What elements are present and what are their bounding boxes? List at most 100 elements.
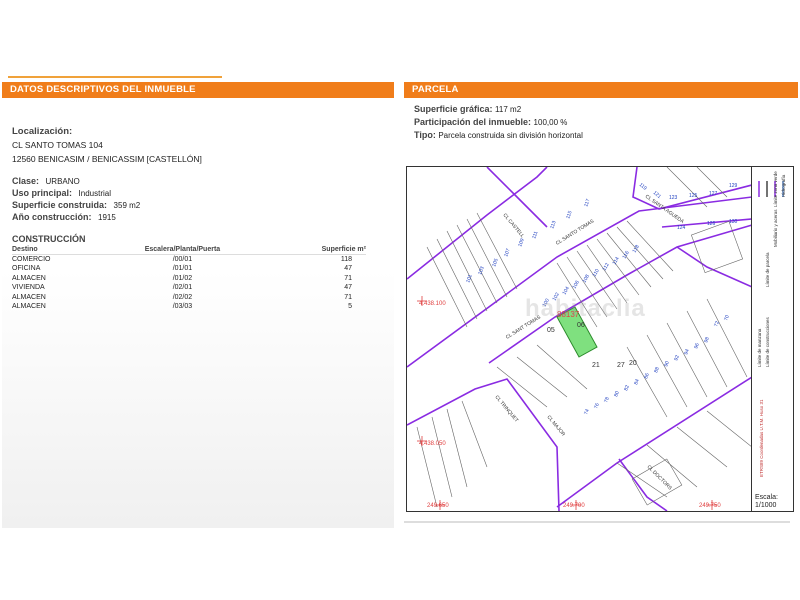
street-label: CL TRINQUET — [493, 394, 519, 423]
table-row: ALMACEN /03/03 5 — [12, 302, 366, 312]
legend-svg: Límite de manzana Límite de parcela Lími… — [757, 171, 786, 477]
house-number: 96 — [693, 342, 701, 349]
house-number: 84 — [633, 378, 641, 385]
house-number: 98 — [703, 336, 711, 343]
block-boundary — [407, 167, 548, 280]
house-number: 114 — [612, 256, 621, 266]
house-number: 125 — [689, 193, 698, 199]
cell-escalera: /01/02 — [172, 274, 193, 282]
tipo-row: Tipo: Parcela construida sin división ho… — [414, 130, 583, 140]
clase-value: URBANO — [45, 177, 80, 186]
street-label: CL SANTO TOMAS — [555, 218, 596, 247]
table-row: COMERCIO /00/01 118 — [12, 255, 366, 265]
construccion-table: Destino Escalera/Planta/Puerta Superfici… — [12, 246, 366, 312]
house-number: 129 — [729, 183, 738, 189]
cell-destino: COMERCIO — [12, 256, 51, 263]
house-number: 105 — [491, 258, 500, 268]
house-number: 119 — [638, 182, 648, 192]
street-label: CL DOCTORS — [646, 464, 674, 492]
cell-superficie: 71 — [344, 274, 352, 282]
house-number: 113 — [549, 220, 557, 230]
house-number: 86 — [643, 372, 651, 379]
datos-descriptivos-panel: DATOS DESCRIPTIVOS DEL INMUEBLE Localiza… — [2, 82, 394, 528]
uso-row: Uso principal: Industrial — [12, 188, 111, 198]
house-number: 123 — [669, 195, 678, 201]
map-legend: Límite de manzana Límite de parcela Lími… — [753, 167, 793, 511]
house-number: 112 — [602, 262, 611, 272]
participacion-value: 100,00 % — [533, 118, 568, 127]
legend-item: Hidrografía — [781, 174, 786, 197]
sup-grafica-label: Superficie gráfica: — [414, 104, 493, 114]
parcel-number: 21 — [592, 362, 600, 369]
anio-value: 1915 — [98, 213, 116, 222]
construccion-title: CONSTRUCCIÓN — [12, 234, 86, 244]
house-number: 127 — [709, 191, 718, 197]
superficie-label: Superficie construida: — [12, 200, 108, 210]
table-row: OFICINA /01/01 47 — [12, 264, 366, 274]
cell-destino: ALMACEN — [12, 303, 46, 311]
block-boundary — [618, 458, 668, 511]
parcel-number: 27 — [617, 362, 625, 369]
table-row: ALMACEN /01/02 71 — [12, 274, 366, 284]
col-destino: Destino — [12, 246, 99, 255]
cell-superficie: 5 — [348, 303, 352, 311]
house-number: 106 — [572, 280, 581, 290]
cell-superficie: 47 — [344, 284, 352, 292]
escala-block: Escala: 1/1000 — [755, 494, 778, 510]
table-row: VIVIENDA /02/01 47 — [12, 283, 366, 293]
escala-value: 1/1000 — [755, 502, 777, 509]
clase-row: Clase: URBANO — [12, 176, 80, 186]
sup-grafica-row: Superficie gráfica: 117 m2 — [414, 104, 521, 114]
house-number: 76 — [593, 402, 601, 409]
anio-row: Año construcción: 1915 — [12, 212, 116, 222]
house-number: 70 — [723, 314, 731, 321]
tipo-label: Tipo: — [414, 130, 436, 140]
map-svg: 4.438.100 4.438.050 249.650 249.700 249.… — [407, 167, 751, 511]
cell-escalera: /00/01 — [172, 256, 193, 263]
superficie-value: 359 m2 — [113, 201, 141, 210]
house-number: 90 — [663, 360, 671, 367]
legend-item: Límite de parcela — [765, 252, 770, 287]
block-boundary — [556, 376, 751, 508]
house-number: 88 — [653, 366, 661, 373]
cell-escalera: /03/03 — [172, 303, 193, 311]
house-number: 115 — [565, 210, 573, 220]
cell-superficie: 71 — [344, 293, 352, 301]
superficie-row: Superficie construida: 359 m2 — [12, 200, 140, 210]
house-number: 74 — [583, 408, 591, 415]
clase-label: Clase: — [12, 176, 40, 186]
parcel-sub-label: 06 — [577, 322, 585, 329]
cell-escalera: /01/01 — [172, 265, 193, 273]
house-number: 80 — [613, 390, 621, 397]
uso-label: Uso principal: — [12, 188, 73, 198]
localizacion-label: Localización: — [12, 126, 73, 137]
house-number: 116 — [622, 250, 631, 260]
cadastral-map[interactable]: 4.438.100 4.438.050 249.650 249.700 249.… — [406, 166, 794, 512]
participacion-label: Participación del inmueble: — [414, 117, 532, 127]
house-number: 109 — [517, 238, 526, 248]
house-number: 94 — [683, 348, 691, 355]
parcela-body: Superficie gráfica: 117 m2 Participación… — [404, 98, 798, 528]
participacion-row: Participación del inmueble: 100,00 % — [414, 117, 567, 127]
parcel-number: 20 — [629, 360, 637, 367]
coord-label: 249.650 — [427, 503, 449, 509]
legend-item: Límite de construcciones — [765, 316, 770, 367]
cell-superficie: 47 — [344, 265, 352, 273]
cell-escalera: /02/02 — [172, 293, 193, 301]
datos-descriptivos-body: Localización: CL SANTO TOMAS 104 12560 B… — [2, 98, 394, 528]
map-canvas: 4.438.100 4.438.050 249.650 249.700 249.… — [407, 167, 752, 511]
house-number: 117 — [583, 198, 591, 208]
house-number: 82 — [623, 384, 631, 391]
house-number: 72 — [713, 320, 721, 327]
cell-destino: VIVIENDA — [12, 284, 45, 292]
table-row: ALMACEN /02/02 71 — [12, 293, 366, 303]
house-number: 107 — [503, 248, 512, 258]
coord-label: 249.700 — [563, 503, 585, 509]
watermark: habitaclia — [525, 295, 646, 322]
coord-label: 4.438.050 — [419, 441, 446, 447]
anio-label: Año construcción: — [12, 212, 92, 222]
house-number: 130 — [729, 219, 738, 225]
legend-note: ETRS89 Coordenadas U.T.M. Huso 31 — [759, 399, 764, 477]
cell-escalera: /02/01 — [172, 284, 193, 292]
parcel-number: 05 — [547, 327, 555, 334]
